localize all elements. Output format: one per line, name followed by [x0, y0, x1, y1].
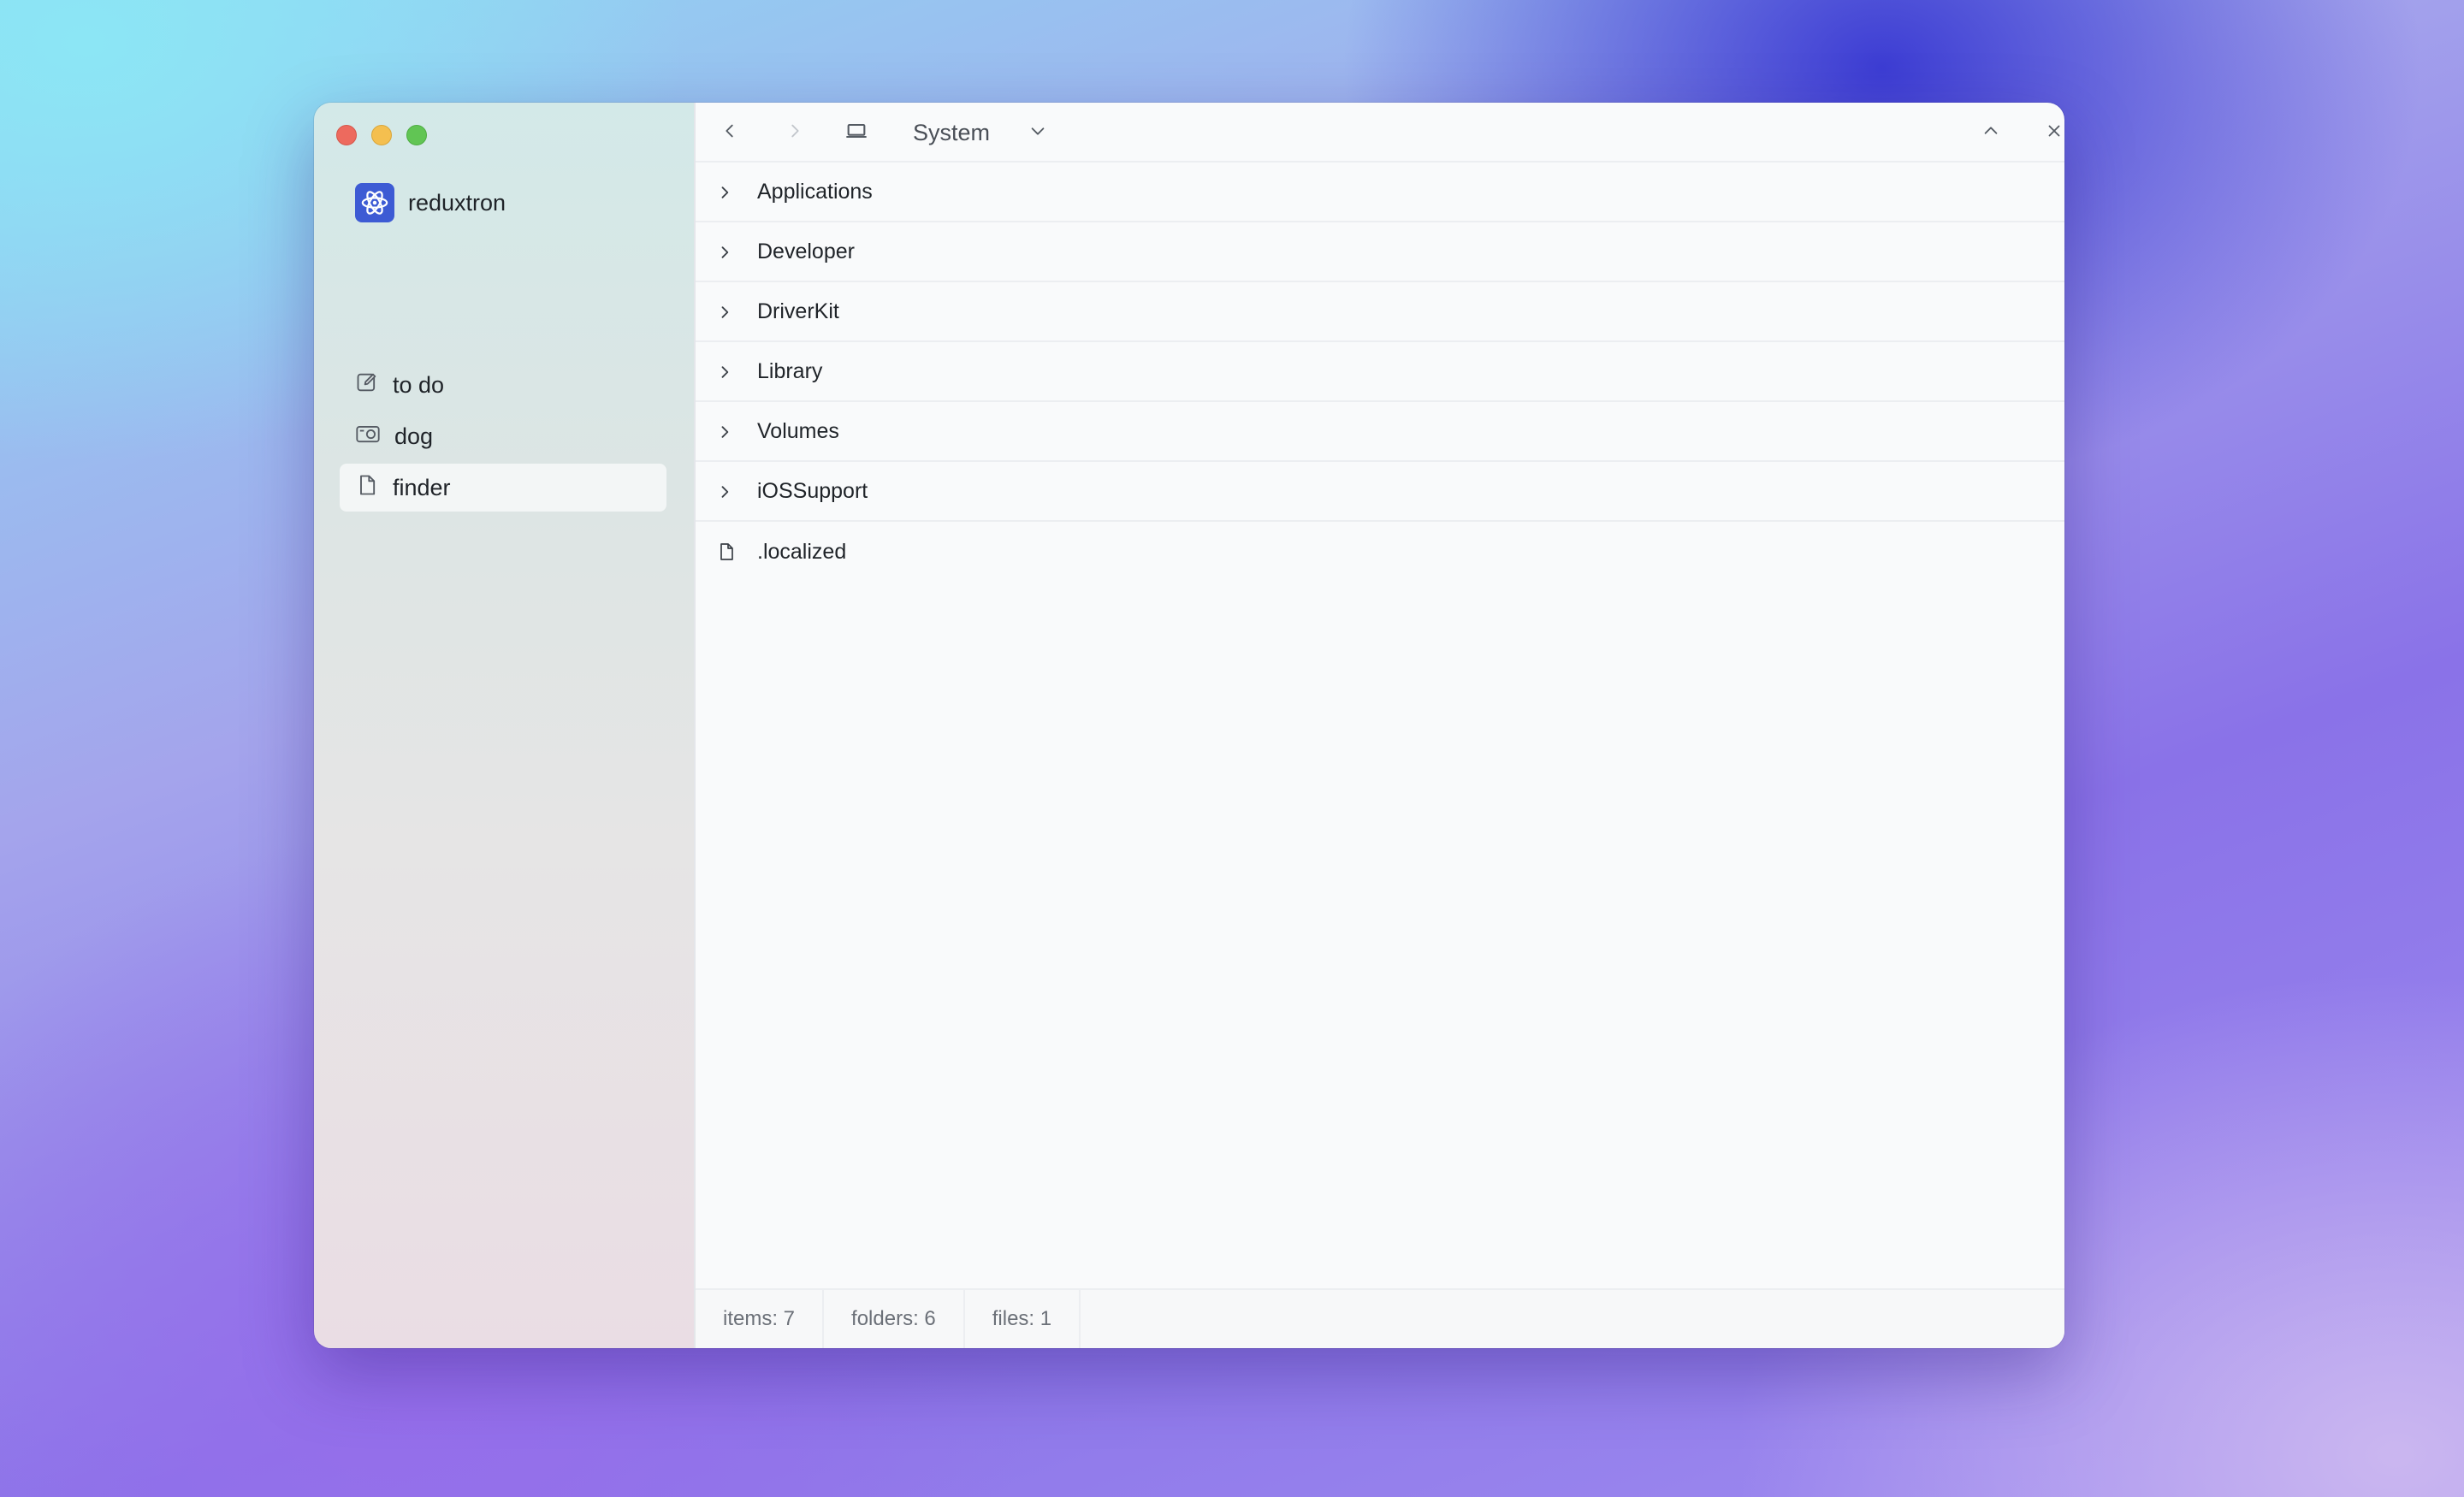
chevron-left-icon [720, 121, 739, 145]
chevron-down-icon [1028, 121, 1047, 145]
folder-name: DriverKit [757, 299, 839, 323]
atom-logo-icon [355, 183, 394, 222]
forward-button[interactable] [779, 103, 810, 163]
sidebar-item-todo[interactable]: to do [340, 361, 666, 409]
zoom-window-button[interactable] [406, 125, 427, 145]
location-dropdown-button[interactable] [1022, 103, 1053, 163]
status-bar: items: 7 folders: 6 files: 1 [696, 1288, 2064, 1348]
back-button[interactable] [714, 103, 745, 163]
finder-panel: System Applications Developer DriverKit … [696, 103, 2064, 1348]
chevron-right-icon[interactable] [716, 402, 733, 462]
folder-name: Applications [757, 179, 873, 204]
file-list: Applications Developer DriverKit Library [696, 163, 2064, 582]
list-item-folder[interactable]: DriverKit [696, 282, 2064, 342]
close-window-button[interactable] [336, 125, 357, 145]
app-header: reduxtron [355, 183, 506, 222]
laptop-icon [844, 119, 868, 147]
sidebar-item-finder[interactable]: finder [340, 464, 666, 512]
sidebar-item-label: finder [393, 474, 451, 500]
folders-count: folders: 6 [824, 1290, 965, 1348]
chevron-right-icon[interactable] [716, 462, 733, 522]
sidebar-item-dog[interactable]: dog [340, 412, 666, 460]
collapse-button[interactable] [1975, 103, 2006, 163]
folder-name: iOSSupport [757, 478, 868, 503]
folder-name: Volumes [757, 418, 839, 443]
camera-icon [355, 422, 381, 452]
chevron-right-icon [785, 121, 804, 145]
edit-icon [355, 370, 379, 400]
toolbar: System [696, 103, 2064, 163]
chevron-right-icon[interactable] [716, 222, 733, 282]
list-item-folder[interactable]: Developer [696, 222, 2064, 282]
items-count: items: 7 [696, 1290, 825, 1348]
window-controls [336, 125, 427, 145]
list-item-folder[interactable]: iOSSupport [696, 462, 2064, 522]
list-item-folder[interactable]: Volumes [696, 402, 2064, 462]
folder-name: Developer [757, 239, 855, 263]
sidebar: reduxtron to do dog finder [314, 103, 696, 1348]
file-icon [716, 522, 737, 582]
chevron-right-icon[interactable] [716, 342, 733, 402]
file-name: .localized [757, 539, 847, 564]
sidebar-item-label: dog [394, 423, 434, 449]
minimize-window-button[interactable] [371, 125, 392, 145]
computer-button[interactable] [839, 103, 874, 163]
list-item-folder[interactable]: Applications [696, 163, 2064, 222]
chevron-right-icon[interactable] [716, 163, 733, 222]
chevron-up-icon [1981, 121, 2000, 145]
close-panel-button[interactable] [2039, 103, 2064, 163]
app-name: reduxtron [408, 189, 506, 216]
list-item-file[interactable]: .localized [696, 522, 2064, 582]
file-icon [355, 473, 379, 503]
sidebar-nav: to do dog finder [340, 361, 666, 515]
files-count: files: 1 [965, 1290, 1081, 1348]
list-item-folder[interactable]: Library [696, 342, 2064, 402]
close-icon [2045, 121, 2064, 145]
folder-name: Library [757, 358, 823, 383]
app-window: reduxtron to do dog finder System Applic… [314, 103, 2064, 1348]
location-label[interactable]: System [913, 103, 990, 163]
chevron-right-icon[interactable] [716, 282, 733, 342]
sidebar-item-label: to do [393, 371, 445, 398]
